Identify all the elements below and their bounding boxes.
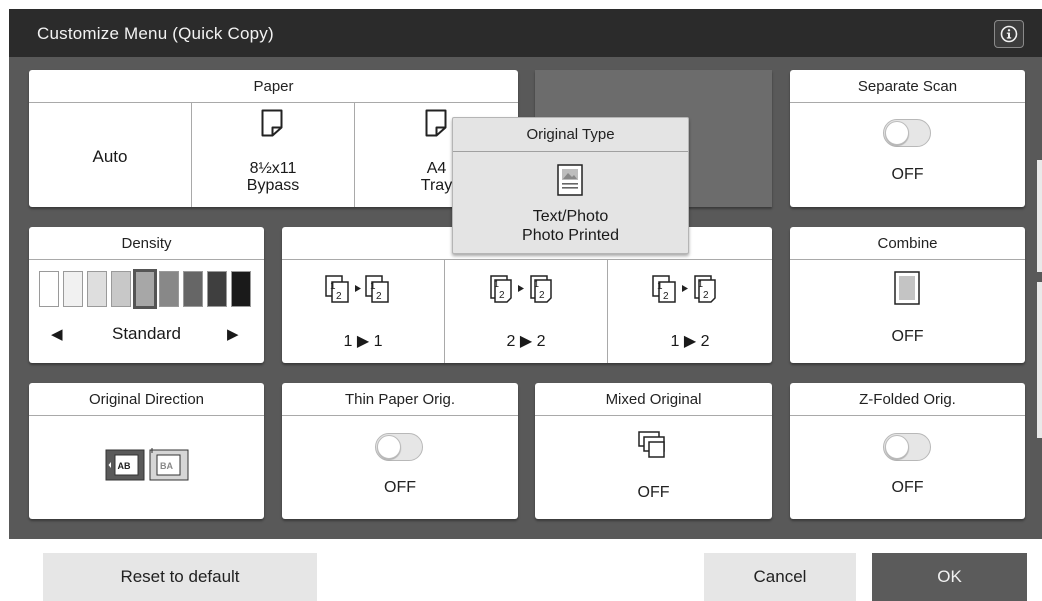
- thin-paper-toggle[interactable]: [375, 433, 423, 461]
- reset-to-default-button[interactable]: Reset to default: [43, 553, 317, 601]
- density-level-5-selected[interactable]: [133, 269, 157, 309]
- separate-scan-panel[interactable]: Separate Scan OFF: [790, 70, 1025, 207]
- density-level-1[interactable]: [39, 271, 59, 307]
- paper-sheet-icon: [261, 109, 283, 137]
- density-panel: Density ◀ Standard ▶: [29, 227, 264, 363]
- toggle-knob: [885, 121, 909, 145]
- density-increase-arrow[interactable]: ▶: [227, 325, 239, 343]
- scrollbar-track[interactable]: [1037, 160, 1042, 272]
- separate-scan-value: OFF: [891, 166, 924, 183]
- svg-text:1: 1: [494, 279, 499, 289]
- info-button[interactable]: [994, 20, 1024, 48]
- density-level-8[interactable]: [207, 271, 227, 307]
- toggle-knob: [885, 435, 909, 459]
- mixed-original-icon: [638, 431, 665, 458]
- svg-text:2: 2: [336, 291, 342, 302]
- combine-value: OFF: [891, 328, 924, 345]
- simplex-to-duplex-icon: 1 2 1 2: [652, 275, 716, 303]
- original-type-line2: Photo Printed: [522, 227, 619, 244]
- duplex-option-label: 1 ▶ 1: [343, 333, 383, 350]
- window-title: Customize Menu (Quick Copy): [37, 24, 274, 43]
- original-type-title: Original Type: [453, 118, 688, 152]
- paper-sheet-icon: [425, 109, 447, 137]
- density-level-4[interactable]: [111, 271, 131, 307]
- paper-tray-label: Bypass: [246, 177, 300, 194]
- paper-option-auto-label: Auto: [92, 147, 128, 166]
- z-folded-toggle[interactable]: [883, 433, 931, 461]
- density-title: Density: [29, 227, 264, 260]
- original-direction-panel[interactable]: Original Direction AB BA: [29, 383, 264, 519]
- svg-text:AB: AB: [118, 461, 131, 471]
- single-page-icon: [894, 271, 920, 305]
- scrollbar-track-lower[interactable]: [1037, 282, 1042, 438]
- original-direction-title: Original Direction: [29, 383, 264, 416]
- paper-option-auto[interactable]: Auto: [29, 103, 191, 207]
- svg-text:2: 2: [539, 290, 545, 301]
- density-level-9[interactable]: [231, 271, 251, 307]
- duplex-to-duplex-icon: 1 2 1 2: [490, 275, 552, 303]
- density-level-7[interactable]: [183, 271, 203, 307]
- paper-title: Paper: [29, 70, 518, 103]
- paper-panel: Paper Auto 8½x11 Bypass A4 Tray: [29, 70, 518, 207]
- svg-text:BA: BA: [160, 461, 173, 471]
- z-folded-value: OFF: [891, 479, 924, 496]
- cancel-button[interactable]: Cancel: [704, 553, 856, 601]
- simplex-to-simplex-icon: 1 2 1 2: [325, 275, 389, 303]
- svg-text:2: 2: [703, 290, 709, 301]
- toggle-knob: [377, 435, 401, 459]
- mixed-original-title: Mixed Original: [535, 383, 772, 416]
- thin-paper-panel[interactable]: Thin Paper Orig. OFF: [282, 383, 518, 519]
- thin-paper-value: OFF: [384, 479, 416, 496]
- density-level-2[interactable]: [63, 271, 83, 307]
- text-photo-document-icon: [557, 164, 583, 196]
- svg-text:2: 2: [499, 290, 505, 301]
- duplex-option-1-1[interactable]: 1 2 1 2 1 ▶ 1: [282, 260, 444, 363]
- original-direction-icon: AB BA: [105, 448, 189, 481]
- duplex-option-1-2[interactable]: 1 2 1 2 1 ▶ 2: [608, 260, 772, 363]
- svg-text:1: 1: [698, 279, 703, 289]
- combine-panel[interactable]: Combine OFF: [790, 227, 1025, 363]
- svg-text:1: 1: [534, 279, 539, 289]
- z-folded-panel[interactable]: Z-Folded Orig. OFF: [790, 383, 1025, 519]
- ok-button[interactable]: OK: [872, 553, 1027, 601]
- duplex-option-2-2[interactable]: 1 2 1 2 2 ▶ 2: [445, 260, 607, 363]
- z-folded-title: Z-Folded Orig.: [790, 383, 1025, 416]
- original-type-popup[interactable]: Original Type Text/Photo Photo Printed: [452, 117, 689, 254]
- density-level-6[interactable]: [159, 271, 179, 307]
- mixed-original-value: OFF: [637, 484, 670, 501]
- title-bar: Customize Menu (Quick Copy): [9, 9, 1042, 57]
- svg-text:2: 2: [376, 291, 382, 302]
- duplex-option-label: 2 ▶ 2: [506, 333, 546, 350]
- density-level-3[interactable]: [87, 271, 107, 307]
- paper-option-bypass[interactable]: 8½x11 Bypass: [192, 103, 354, 207]
- separate-scan-title: Separate Scan: [790, 70, 1025, 103]
- mixed-original-panel[interactable]: Mixed Original OFF: [535, 383, 772, 519]
- combine-title: Combine: [790, 227, 1025, 260]
- info-icon: [1000, 25, 1018, 43]
- separate-scan-toggle[interactable]: [883, 119, 931, 147]
- paper-size-label: 8½x11: [249, 160, 297, 177]
- original-type-line1: Text/Photo: [532, 208, 609, 225]
- thin-paper-title: Thin Paper Orig.: [282, 383, 518, 416]
- duplex-option-label: 1 ▶ 2: [670, 333, 710, 350]
- svg-text:2: 2: [663, 291, 669, 302]
